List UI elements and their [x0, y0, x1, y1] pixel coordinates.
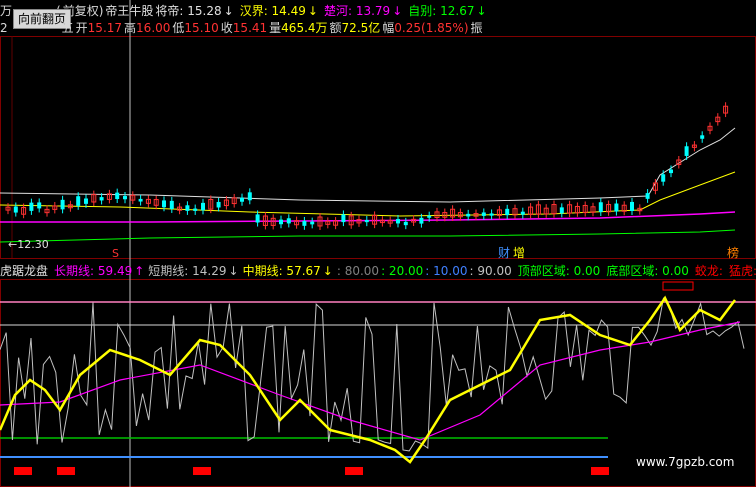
candle-body	[60, 199, 65, 210]
signal-block	[57, 467, 75, 475]
long-arrow: ↑	[134, 264, 145, 278]
green-ma-line	[0, 229, 736, 243]
candle-body	[29, 202, 34, 211]
candle-body	[466, 213, 471, 217]
candle-body	[37, 202, 42, 209]
candle-body	[76, 196, 81, 206]
candle-body	[302, 220, 307, 226]
candle-body	[419, 217, 424, 224]
candle-body	[84, 198, 88, 204]
short-term-line	[0, 297, 745, 452]
mid-line-value: 中期线: 57.67	[242, 264, 321, 278]
candle-body	[396, 219, 400, 224]
level-90-value: : 90.00	[469, 264, 512, 278]
candle-body	[645, 193, 650, 199]
candle-body	[99, 197, 104, 201]
candle-body	[279, 219, 283, 225]
candle-body	[138, 198, 143, 202]
long-term-line	[0, 321, 741, 441]
signal-block	[193, 467, 211, 475]
candle-body	[310, 221, 315, 225]
candle-body	[427, 215, 432, 218]
candle-body	[115, 192, 120, 200]
candle-body	[661, 174, 666, 182]
candle-body	[403, 221, 408, 226]
indicator-header: 虎踞龙盘 长期线: 59.49 ↑ 短期线: 14.29 ↓ 中期线: 57.67 ↓: 8…	[0, 262, 756, 279]
signal-block	[591, 467, 609, 475]
candle-body	[630, 201, 634, 211]
watermark: www.7gpzb.com	[636, 455, 735, 469]
candle-body	[162, 200, 166, 208]
tag-cai: 财	[498, 246, 511, 260]
candle-body	[185, 205, 190, 211]
candle-body	[505, 208, 510, 216]
indicator-title: 虎踞龙盘	[0, 264, 49, 278]
candle-body	[169, 200, 174, 209]
tiger-label: 猛虎:	[728, 264, 756, 278]
candle-body	[669, 169, 673, 174]
low-price-marker: ←12.30	[8, 238, 49, 251]
candle-body	[481, 212, 486, 216]
signal-block	[345, 467, 363, 475]
chart-canvas	[0, 0, 756, 487]
moving-average-lines	[0, 127, 736, 243]
candle-body	[364, 219, 369, 223]
level-20-value: : 20.00	[381, 264, 424, 278]
short-line-value: 短期线: 14.29	[148, 264, 227, 278]
top-zone-value: 顶部区域: 0.00	[517, 264, 601, 278]
candle-body	[286, 218, 291, 224]
signal-block	[14, 467, 32, 475]
snake-label: 蛟龙:	[694, 264, 723, 278]
white-ma-line	[0, 127, 736, 203]
candle-body	[684, 146, 689, 156]
bottom-zone-value: 底部区域: 0.00	[606, 264, 689, 278]
candle-body	[700, 135, 705, 139]
level-80-value: : 80.00	[336, 264, 380, 278]
tag-zeng: 增	[513, 246, 526, 260]
mid-arrow: ↓	[322, 264, 333, 278]
candle-body	[193, 208, 198, 211]
candle-body	[247, 192, 252, 201]
tag-bang: 榜	[727, 246, 740, 260]
long-line-value: 长期线: 59.49	[54, 264, 133, 278]
candle-body	[123, 196, 127, 200]
candle-body	[489, 213, 494, 216]
candle-body	[520, 211, 525, 215]
candle-body	[341, 214, 346, 223]
candle-body	[559, 207, 564, 214]
event-s-marker: S	[112, 247, 119, 260]
candle-body	[201, 202, 205, 211]
candle-body	[614, 203, 619, 212]
candle-body	[13, 206, 18, 213]
price-panel-frame	[0, 36, 756, 259]
short-arrow: ↓	[228, 264, 239, 278]
candle-body	[216, 201, 221, 208]
level-10-value: : 10.00	[425, 264, 468, 278]
candle-body	[240, 197, 244, 202]
tiger-signal-box	[662, 281, 694, 291]
candle-body	[255, 214, 260, 223]
candle-body	[598, 202, 603, 213]
